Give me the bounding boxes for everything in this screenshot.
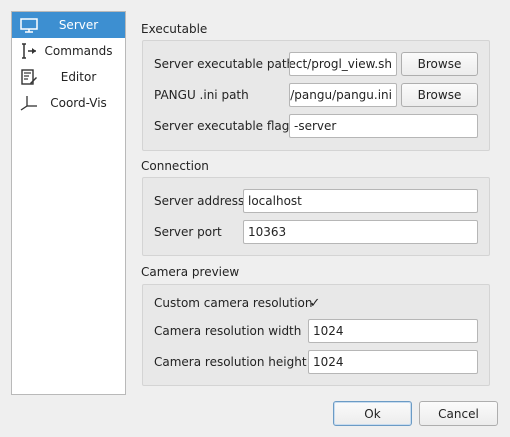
command-arrow-icon: [18, 41, 40, 61]
sidebar-item-label: Coord-Vis: [50, 96, 107, 110]
pangu-ini-input[interactable]: oj/pangu/pangu.ini: [289, 83, 397, 107]
sidebar-item-label: Commands: [44, 44, 113, 58]
edit-document-icon: [18, 67, 40, 87]
custom-resolution-checkbox[interactable]: ✓: [308, 295, 322, 311]
camera-group-title: Camera preview: [141, 265, 240, 279]
server-path-label: Server executable path: [154, 57, 295, 71]
sidebar-item-label: Editor: [60, 70, 97, 84]
browse-pangu-ini-button[interactable]: Browse: [401, 83, 478, 107]
executable-group-title: Executable: [141, 22, 208, 36]
pangu-ini-label: PANGU .ini path: [154, 88, 249, 102]
server-port-label: Server port: [154, 225, 222, 239]
sidebar-item-editor[interactable]: Editor: [12, 64, 125, 90]
axes-icon: [18, 93, 40, 113]
settings-sidebar: Server Commands Editor Coord-Vis: [11, 11, 126, 395]
server-flags-input[interactable]: -server: [289, 114, 478, 138]
camera-height-label: Camera resolution height: [154, 355, 307, 369]
checkmark-icon: ✓: [309, 295, 321, 311]
camera-group: Custom camera resolution ✓ Camera resolu…: [142, 284, 490, 386]
ok-button[interactable]: Ok: [333, 401, 412, 426]
connection-group: Server address localhost Server port 103…: [142, 177, 490, 256]
connection-group-title: Connection: [141, 159, 209, 173]
server-flags-label: Server executable flags: [154, 119, 296, 133]
camera-width-label: Camera resolution width: [154, 324, 302, 338]
monitor-icon: [18, 15, 40, 35]
sidebar-item-coord-vis[interactable]: Coord-Vis: [12, 90, 125, 116]
sidebar-item-commands[interactable]: Commands: [12, 38, 125, 64]
server-address-label: Server address: [154, 194, 245, 208]
sidebar-item-server[interactable]: Server: [12, 12, 125, 38]
executable-group: Server executable path oject/progl_view.…: [142, 40, 490, 151]
cancel-button[interactable]: Cancel: [419, 401, 498, 426]
browse-server-path-button[interactable]: Browse: [401, 52, 478, 76]
server-address-input[interactable]: localhost: [243, 189, 478, 213]
camera-height-input[interactable]: 1024: [308, 350, 478, 374]
server-port-input[interactable]: 10363: [243, 220, 478, 244]
custom-resolution-label: Custom camera resolution: [154, 296, 313, 310]
camera-width-input[interactable]: 1024: [308, 319, 478, 343]
sidebar-item-label: Server: [58, 18, 99, 32]
server-path-input[interactable]: oject/progl_view.sh: [289, 52, 397, 76]
